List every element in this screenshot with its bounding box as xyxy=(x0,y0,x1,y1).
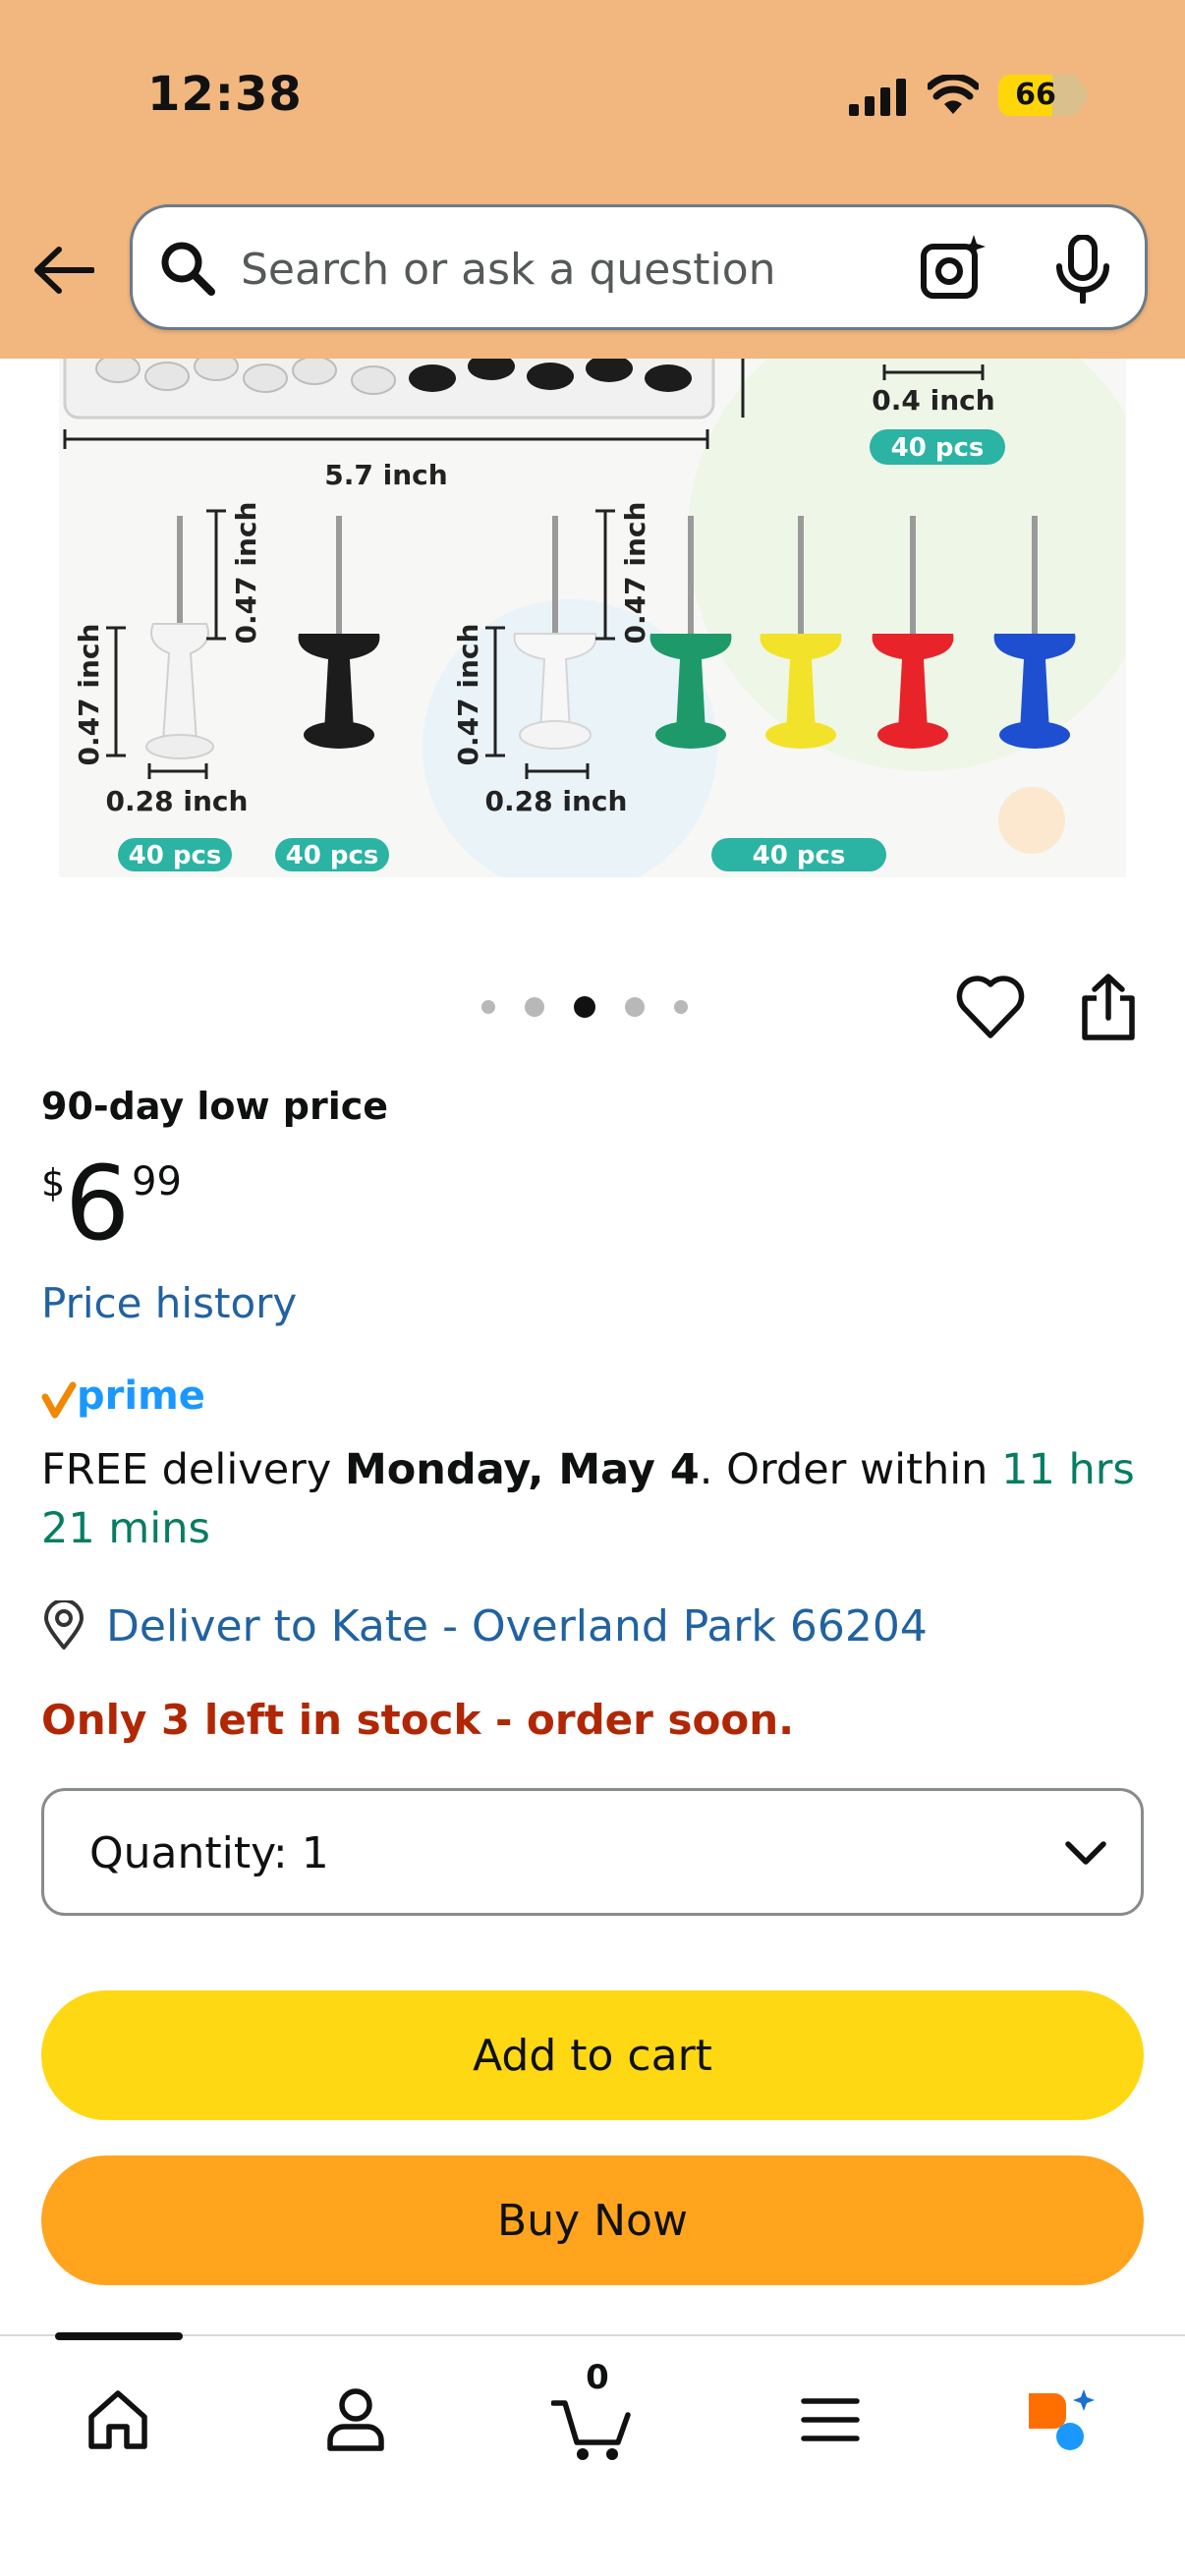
user-icon xyxy=(327,2388,384,2451)
cart-count: 0 xyxy=(586,2358,609,2397)
search-bar[interactable] xyxy=(130,204,1148,330)
active-tab-indicator xyxy=(55,2332,183,2340)
delivery-prefix: FREE delivery xyxy=(41,1445,345,1494)
share-icon[interactable] xyxy=(1077,973,1140,1041)
push-pins-illustration: 5.7 inch 0.4 inch 40 pcs 0.47 inch 0.47 … xyxy=(63,359,1126,877)
carousel-dot[interactable] xyxy=(574,996,595,1018)
stock-warning: Only 3 left in stock - order soon. xyxy=(41,1696,795,1744)
svg-text:prime: prime xyxy=(77,1373,205,1419)
svg-text:0.47 inch: 0.47 inch xyxy=(73,624,105,766)
svg-text:0.47 inch: 0.47 inch xyxy=(452,624,484,766)
arrow-left-icon xyxy=(34,247,94,294)
deliver-to-text: Deliver to Kate - Overland Park 66204 xyxy=(106,1600,928,1652)
price-fraction: 99 xyxy=(132,1159,182,1204)
deliver-to-location[interactable]: Deliver to Kate - Overland Park 66204 xyxy=(41,1592,928,1660)
cart-icon xyxy=(551,2400,631,2460)
svg-text:40 pcs: 40 pcs xyxy=(286,841,379,870)
dimension-width-label: 5.7 inch xyxy=(324,459,447,491)
svg-text:0.28 inch: 0.28 inch xyxy=(485,785,628,817)
svg-text:0.28 inch: 0.28 inch xyxy=(106,785,249,817)
price-whole: 6 xyxy=(65,1144,131,1263)
carousel-dot[interactable] xyxy=(481,1000,495,1014)
cellular-signal-icon xyxy=(849,79,906,116)
battery-icon: 66 xyxy=(998,75,1081,116)
svg-text:40 pcs: 40 pcs xyxy=(129,841,222,870)
delivery-date: Monday, May 4 xyxy=(344,1445,700,1494)
microphone-icon[interactable] xyxy=(1052,235,1113,304)
nav-home[interactable] xyxy=(74,2376,162,2464)
nav-rufus[interactable] xyxy=(1018,2376,1106,2464)
carousel-dot[interactable] xyxy=(674,1000,688,1014)
carousel-dot[interactable] xyxy=(525,997,544,1017)
quantity-label: Quantity: 1 xyxy=(89,1828,329,1878)
back-button[interactable] xyxy=(29,236,98,305)
battery-cap xyxy=(1081,86,1087,104)
search-icon xyxy=(161,242,215,296)
product-image[interactable]: 5.7 inch 0.4 inch 40 pcs 0.47 inch 0.47 … xyxy=(59,359,1126,877)
delivery-info: FREE delivery Monday, May 4. Order withi… xyxy=(41,1440,1142,1558)
menu-icon xyxy=(801,2398,860,2441)
deal-label: 90-day low price xyxy=(41,1085,389,1128)
pcs-badge: 40 pcs xyxy=(891,433,985,463)
nav-account[interactable] xyxy=(311,2376,400,2464)
buy-now-button[interactable]: Buy Now xyxy=(41,2156,1144,2285)
chevron-down-icon xyxy=(1065,1841,1106,1865)
price-currency: $ xyxy=(41,1161,66,1204)
battery-level: 66 xyxy=(1015,78,1056,112)
svg-text:0.47 inch: 0.47 inch xyxy=(230,502,262,644)
add-to-cart-button[interactable]: Add to cart xyxy=(41,1990,1144,2120)
price-history-link[interactable]: Price history xyxy=(41,1279,297,1327)
header: 12:38 66 xyxy=(0,0,1185,359)
prime-logo: prime xyxy=(41,1373,205,1419)
delivery-order-within: . Order within xyxy=(699,1445,1002,1494)
location-pin-icon xyxy=(44,1600,84,1650)
home-icon xyxy=(88,2390,147,2449)
nav-cart[interactable]: 0 xyxy=(548,2358,637,2466)
status-time: 12:38 xyxy=(147,67,303,122)
wifi-icon xyxy=(928,75,979,114)
svg-text:40 pcs: 40 pcs xyxy=(753,841,846,870)
carousel-dots[interactable] xyxy=(481,992,688,1022)
heart-icon[interactable] xyxy=(955,973,1026,1041)
nav-menu[interactable] xyxy=(786,2376,875,2464)
rufus-assistant-icon xyxy=(1029,2389,1095,2450)
camera-lens-icon[interactable] xyxy=(919,233,988,302)
carousel-dot[interactable] xyxy=(625,997,645,1017)
quantity-dropdown[interactable]: Quantity: 1 xyxy=(41,1788,1144,1916)
dimension-head-label: 0.4 inch xyxy=(872,384,994,417)
search-input[interactable] xyxy=(241,235,929,304)
svg-text:0.47 inch: 0.47 inch xyxy=(619,502,651,644)
bottom-nav: 0 xyxy=(0,2332,1185,2576)
